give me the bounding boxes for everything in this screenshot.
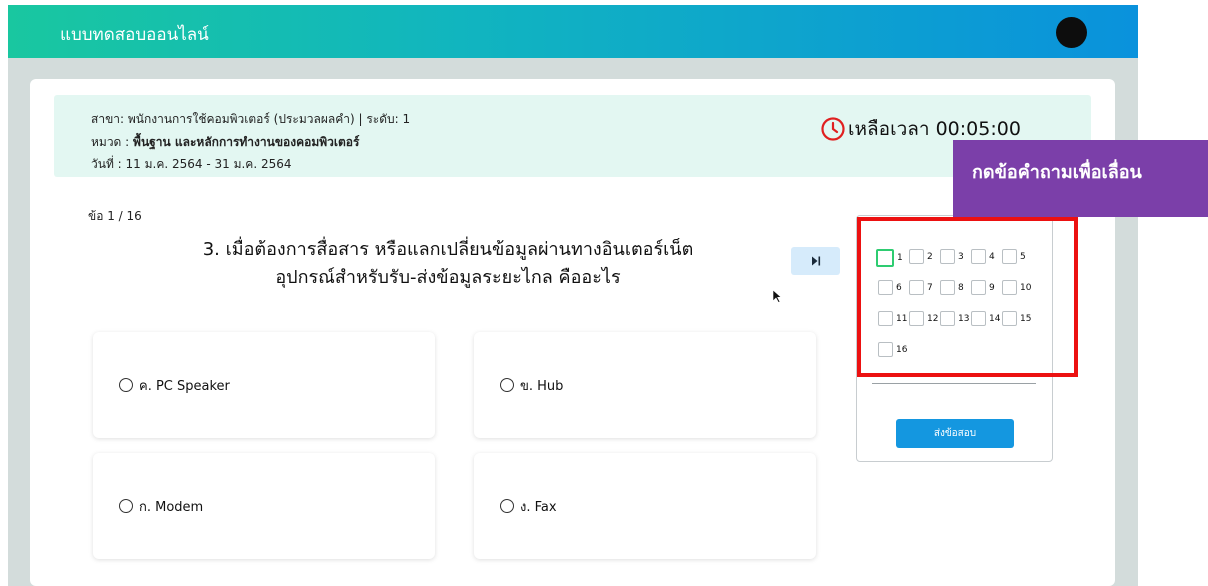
exam-category: พื้นฐาน และหลักการทำงานของคอมพิวเตอร์ — [133, 135, 360, 149]
question-text: 3. เมื่อต้องการสื่อสาร หรือแลกเปลี่ยนข้อ… — [128, 236, 768, 292]
question-line-2: อุปกรณ์สำหรับรับ-ส่งข้อมูลระยะไกล คืออะไ… — [275, 267, 621, 288]
app-title: แบบทดสอบออนไลน์ — [60, 25, 209, 45]
question-counter: ข้อ 1 / 16 — [88, 209, 142, 223]
answer-option-4[interactable]: ง. Fax — [474, 453, 816, 559]
exam-category-line: หมวด : พื้นฐาน และหลักการทำงานของคอมพิวเ… — [91, 133, 359, 152]
avatar[interactable] — [1056, 17, 1087, 48]
submit-exam-button[interactable]: ส่งข้อสอบ — [896, 419, 1014, 448]
exam-info-panel: สาขา: พนักงานการใช้คอมพิวเตอร์ (ประมวลผล… — [54, 95, 1091, 177]
skip-next-icon — [811, 256, 820, 266]
radio-button[interactable] — [119, 499, 133, 513]
exam-branch: สาขา: พนักงานการใช้คอมพิวเตอร์ (ประมวลผล… — [91, 112, 411, 126]
answer-option-3[interactable]: ก. Modem — [93, 453, 435, 559]
radio-button[interactable] — [500, 499, 514, 513]
answer-option-1[interactable]: ค. PC Speaker — [93, 332, 435, 438]
clock-icon — [821, 117, 845, 141]
question-line-1: 3. เมื่อต้องการสื่อสาร หรือแลกเปลี่ยนข้อ… — [202, 239, 694, 260]
next-question-button[interactable] — [791, 247, 840, 275]
top-bar: แบบทดสอบออนไลน์ — [8, 5, 1138, 58]
exam-date: วันที่ : 11 ม.ค. 2564 - 31 ม.ค. 2564 — [91, 157, 292, 171]
answer-option-label: ค. PC Speaker — [139, 378, 230, 394]
highlight-box — [857, 217, 1078, 377]
answer-option-label: ข. Hub — [520, 378, 564, 394]
mouse-cursor-icon — [772, 289, 782, 303]
answer-option-2[interactable]: ข. Hub — [474, 332, 816, 438]
tooltip: กดข้อคำถามเพื่อเลื่อน — [953, 140, 1208, 217]
answer-option-label: ก. Modem — [139, 499, 204, 515]
divider — [872, 383, 1036, 384]
tooltip-text: กดข้อคำถามเพื่อเลื่อน — [972, 162, 1142, 183]
radio-button[interactable] — [500, 378, 514, 392]
exam-category-prefix: หมวด : — [91, 135, 134, 149]
answer-option-label: ง. Fax — [520, 499, 557, 515]
radio-button[interactable] — [119, 378, 133, 392]
